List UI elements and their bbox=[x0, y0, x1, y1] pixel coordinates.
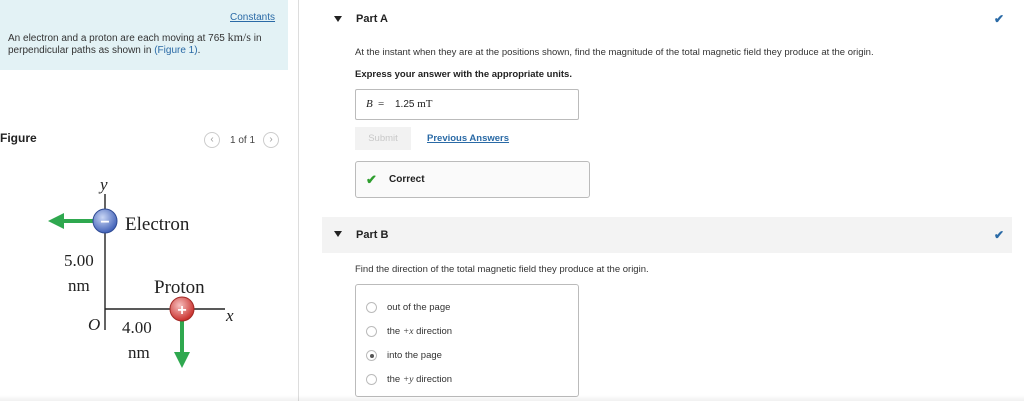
problem-text-start: An electron and a proton are each moving… bbox=[8, 33, 225, 44]
part-b-header[interactable]: Part B ✔ bbox=[322, 217, 1012, 253]
right-panel: Part A ✔ At the instant when they are at… bbox=[300, 0, 1024, 401]
problem-text-end: . bbox=[197, 45, 201, 56]
proton-sign: + bbox=[177, 302, 186, 319]
constants-link[interactable]: Constants bbox=[230, 12, 275, 23]
feedback-box: ✔ Correct bbox=[355, 161, 590, 198]
option-label: into the page bbox=[387, 350, 442, 361]
electron-arrowhead-icon bbox=[48, 213, 64, 229]
y-distance-unit: nm bbox=[68, 276, 90, 295]
feedback-text: Correct bbox=[389, 174, 425, 185]
figure-pager: ‹ 1 of 1 › bbox=[204, 132, 280, 148]
origin-label: O bbox=[88, 315, 100, 334]
part-a-header[interactable]: Part A ✔ bbox=[322, 2, 1012, 38]
option-label: out of the page bbox=[387, 302, 450, 313]
direction-options: out of the page the +x direction into th… bbox=[355, 284, 579, 397]
option-math: +y bbox=[402, 374, 414, 385]
option-label: the +x direction bbox=[387, 326, 452, 337]
answer-equals: = bbox=[378, 98, 385, 110]
option-plus-x[interactable]: the +x direction bbox=[366, 323, 452, 339]
collapse-triangle-icon[interactable] bbox=[334, 231, 342, 237]
problem-text: An electron and a proton are each moving… bbox=[8, 31, 284, 57]
submit-button[interactable]: Submit bbox=[355, 127, 411, 150]
radio-button[interactable] bbox=[366, 325, 377, 337]
answer-number: 1.25 bbox=[395, 99, 415, 110]
checkmark-icon: ✔ bbox=[993, 228, 1004, 242]
option-text: the bbox=[387, 373, 403, 385]
y-axis-label: y bbox=[98, 175, 108, 194]
part-b-title: Part B bbox=[356, 229, 389, 241]
left-panel: Constants An electron and a proton are e… bbox=[0, 0, 299, 401]
chevron-right-icon[interactable]: › bbox=[263, 132, 280, 148]
option-text: the bbox=[387, 325, 403, 337]
figure-link[interactable]: (Figure 1) bbox=[154, 45, 197, 56]
answer-field[interactable]: B = 1.25 mT bbox=[355, 89, 579, 120]
collapse-triangle-icon[interactable] bbox=[334, 16, 342, 22]
y-distance-value: 5.00 bbox=[64, 251, 94, 270]
option-math: +x bbox=[402, 326, 414, 337]
x-axis-label: x bbox=[225, 306, 234, 325]
electron-label: Electron bbox=[125, 214, 190, 235]
correct-check-icon: ✔ bbox=[366, 172, 377, 187]
x-distance-unit: nm bbox=[128, 343, 150, 362]
part-a-question: At the instant when they are at the posi… bbox=[355, 47, 874, 58]
option-into-page[interactable]: into the page bbox=[366, 347, 442, 363]
option-out-of-page[interactable]: out of the page bbox=[366, 299, 450, 315]
part-b-question: Find the direction of the total magnetic… bbox=[355, 264, 649, 275]
answer-unit: mT bbox=[417, 98, 433, 110]
previous-answers-link[interactable]: Previous Answers bbox=[427, 133, 509, 144]
speed-unit: km/s bbox=[227, 30, 251, 44]
bottom-shadow bbox=[0, 395, 1024, 401]
option-text-end: direction bbox=[413, 373, 453, 385]
electron-sign: − bbox=[100, 214, 109, 231]
part-a-instruction: Express your answer with the appropriate… bbox=[355, 69, 572, 80]
answer-variable-label: B bbox=[366, 98, 373, 110]
option-label: the +y direction bbox=[387, 374, 452, 385]
problem-statement-box: Constants An electron and a proton are e… bbox=[0, 0, 288, 70]
figure-diagram: y x O − Electron 5.00 nm Proton + 4.00 n… bbox=[48, 175, 234, 368]
radio-button[interactable] bbox=[366, 373, 377, 385]
option-text: into the page bbox=[387, 349, 442, 361]
radio-button-selected[interactable] bbox=[366, 349, 377, 361]
proton-label: Proton bbox=[154, 277, 205, 298]
chevron-left-icon[interactable]: ‹ bbox=[204, 132, 220, 148]
figure-heading: Figure bbox=[0, 131, 37, 145]
pager-text: 1 of 1 bbox=[230, 134, 256, 146]
proton-arrowhead-icon bbox=[174, 352, 190, 368]
mastering-physics-page: Constants An electron and a proton are e… bbox=[0, 0, 1024, 401]
option-plus-y[interactable]: the +y direction bbox=[366, 371, 452, 387]
checkmark-icon: ✔ bbox=[993, 12, 1004, 26]
x-distance-value: 4.00 bbox=[122, 318, 152, 337]
part-a-title: Part A bbox=[356, 13, 388, 25]
answer-value: 1.25 mT bbox=[395, 98, 433, 110]
radio-button[interactable] bbox=[366, 301, 377, 313]
option-text-end: direction bbox=[413, 325, 453, 337]
option-text: out of the page bbox=[387, 301, 451, 313]
